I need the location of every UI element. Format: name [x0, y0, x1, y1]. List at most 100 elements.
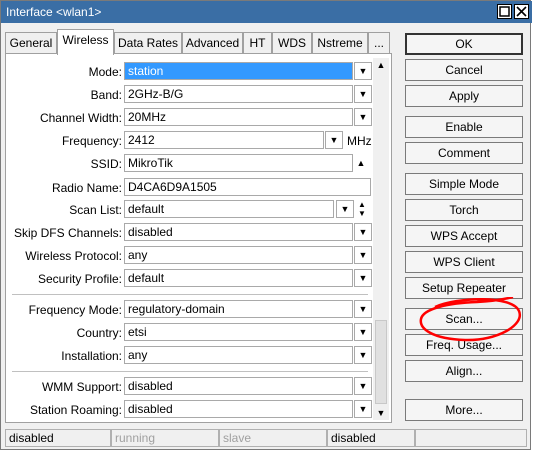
close-icon: [516, 6, 527, 17]
status-running: running: [111, 429, 219, 447]
ssid-label: SSID:: [90, 157, 122, 171]
simple-mode-button[interactable]: Simple Mode: [405, 173, 523, 195]
wmm-support-label: WMM Support:: [41, 380, 122, 394]
ssid-row: SSID: MikroTik ▲: [6, 154, 376, 174]
frequency-mode-row: Frequency Mode: regulatory-domain ▼: [6, 300, 376, 320]
skip-dfs-row: Skip DFS Channels: disabled ▼: [6, 223, 376, 243]
mode-row: Mode: station ▼: [6, 62, 376, 82]
channel-width-label: Channel Width:: [39, 111, 122, 125]
collapse-up-icon[interactable]: ▲: [355, 154, 367, 172]
separator: [12, 371, 368, 372]
status-slave: slave: [219, 429, 327, 447]
torch-button[interactable]: Torch: [405, 199, 523, 221]
chevron-down-icon[interactable]: ▼: [354, 323, 372, 341]
country-select[interactable]: etsi: [124, 323, 353, 341]
status-disabled: disabled: [327, 429, 415, 447]
scan-list-select[interactable]: default: [124, 200, 334, 218]
chevron-down-icon[interactable]: ▼: [336, 200, 354, 218]
chevron-down-icon[interactable]: ▼: [354, 300, 372, 318]
scrollbar-thumb[interactable]: [375, 320, 387, 404]
station-roaming-row: Station Roaming: disabled ▼: [6, 400, 376, 420]
band-label: Band:: [90, 88, 122, 102]
scan-list-row: Scan List: default ▼ ▲ ▼: [6, 200, 376, 220]
chevron-down-icon[interactable]: ▼: [354, 62, 372, 80]
wps-client-button[interactable]: WPS Client: [405, 251, 523, 273]
country-row: Country: etsi ▼: [6, 323, 376, 343]
title-bar[interactable]: Interface <wlan1>: [1, 1, 532, 23]
up-down-arrows-icon[interactable]: ▲ ▼: [356, 200, 368, 218]
maximize-button[interactable]: [497, 4, 512, 19]
radio-name-row: Radio Name: D4CA6D9A1505: [6, 178, 376, 198]
security-profile-select[interactable]: default: [124, 269, 353, 287]
wmm-support-row: WMM Support: disabled ▼: [6, 377, 376, 397]
cancel-button[interactable]: Cancel: [405, 59, 523, 81]
tab-ht[interactable]: HT: [243, 32, 272, 54]
frequency-label: Frequency:: [61, 134, 122, 148]
chevron-down-icon[interactable]: ▼: [354, 377, 372, 395]
tab-wireless[interactable]: Wireless: [57, 29, 114, 55]
tab-wds[interactable]: WDS: [272, 32, 312, 54]
wireless-protocol-row: Wireless Protocol: any ▼: [6, 246, 376, 266]
chevron-down-icon[interactable]: ▼: [354, 269, 372, 287]
scan-list-label: Scan List:: [69, 203, 122, 217]
wps-accept-button[interactable]: WPS Accept: [405, 225, 523, 247]
wireless-panel: Mode: station ▼ Band: 2GHz-B/G ▼ Channel…: [5, 53, 392, 423]
channel-width-row: Channel Width: 20MHz ▼: [6, 108, 376, 128]
frequency-mode-select[interactable]: regulatory-domain: [124, 300, 353, 318]
tab-more[interactable]: ...: [368, 32, 390, 54]
freq-usage-button[interactable]: Freq. Usage...: [405, 334, 523, 356]
comment-button[interactable]: Comment: [405, 142, 523, 164]
radio-name-input[interactable]: D4CA6D9A1505: [124, 178, 371, 196]
radio-name-label: Radio Name:: [51, 181, 122, 195]
enable-button[interactable]: Enable: [405, 116, 523, 138]
separator: [12, 294, 368, 295]
chevron-down-icon[interactable]: ▼: [354, 85, 372, 103]
band-row: Band: 2GHz-B/G ▼: [6, 85, 376, 105]
wmm-support-select[interactable]: disabled: [124, 377, 353, 395]
window-title: Interface <wlan1>: [6, 5, 102, 19]
chevron-down-icon[interactable]: ▼: [325, 131, 343, 149]
skip-dfs-label: Skip DFS Channels:: [13, 226, 122, 240]
security-profile-label: Security Profile:: [37, 272, 122, 286]
tab-data-rates[interactable]: Data Rates: [114, 32, 182, 54]
frequency-select[interactable]: 2412: [124, 131, 324, 149]
apply-button[interactable]: Apply: [405, 85, 523, 107]
ok-button[interactable]: OK: [405, 33, 523, 55]
align-button[interactable]: Align...: [405, 360, 523, 382]
arrow-up-icon[interactable]: ▲: [373, 58, 389, 72]
security-profile-row: Security Profile: default ▼: [6, 269, 376, 289]
chevron-down-icon[interactable]: ▼: [354, 400, 372, 418]
status-enabled: disabled: [5, 429, 111, 447]
chevron-down-icon[interactable]: ▼: [354, 246, 372, 264]
chevron-down-icon[interactable]: ▼: [354, 108, 372, 126]
skip-dfs-select[interactable]: disabled: [124, 223, 353, 241]
chevron-down-icon[interactable]: ▼: [354, 346, 372, 364]
ssid-input[interactable]: MikroTik: [124, 154, 353, 172]
band-select[interactable]: 2GHz-B/G: [124, 85, 353, 103]
tab-advanced[interactable]: Advanced: [182, 32, 243, 54]
mode-select[interactable]: station: [124, 62, 353, 80]
channel-width-select[interactable]: 20MHz: [124, 108, 353, 126]
tab-nstreme[interactable]: Nstreme: [312, 32, 368, 54]
vertical-scrollbar[interactable]: ▲ ▼: [373, 58, 389, 420]
status-bar: disabled running slave disabled: [5, 429, 529, 447]
maximize-icon: [499, 6, 510, 17]
more-button[interactable]: More...: [405, 399, 523, 421]
installation-row: Installation: any ▼: [6, 346, 376, 366]
arrow-down-icon[interactable]: ▼: [373, 406, 389, 420]
country-label: Country:: [76, 326, 122, 340]
mode-label: Mode:: [88, 65, 122, 79]
close-button[interactable]: [514, 4, 529, 19]
installation-label: Installation:: [61, 349, 122, 363]
status-extra: [415, 429, 527, 447]
setup-repeater-button[interactable]: Setup Repeater: [405, 277, 523, 299]
wireless-protocol-label: Wireless Protocol:: [25, 249, 122, 263]
scan-button[interactable]: Scan...: [405, 308, 523, 330]
tab-general[interactable]: General: [5, 32, 57, 54]
wireless-protocol-select[interactable]: any: [124, 246, 353, 264]
installation-select[interactable]: any: [124, 346, 353, 364]
chevron-down-icon[interactable]: ▼: [354, 223, 372, 241]
station-roaming-select[interactable]: disabled: [124, 400, 353, 418]
frequency-row: Frequency: 2412 ▼ MHz: [6, 131, 376, 151]
frequency-unit: MHz: [347, 134, 372, 148]
